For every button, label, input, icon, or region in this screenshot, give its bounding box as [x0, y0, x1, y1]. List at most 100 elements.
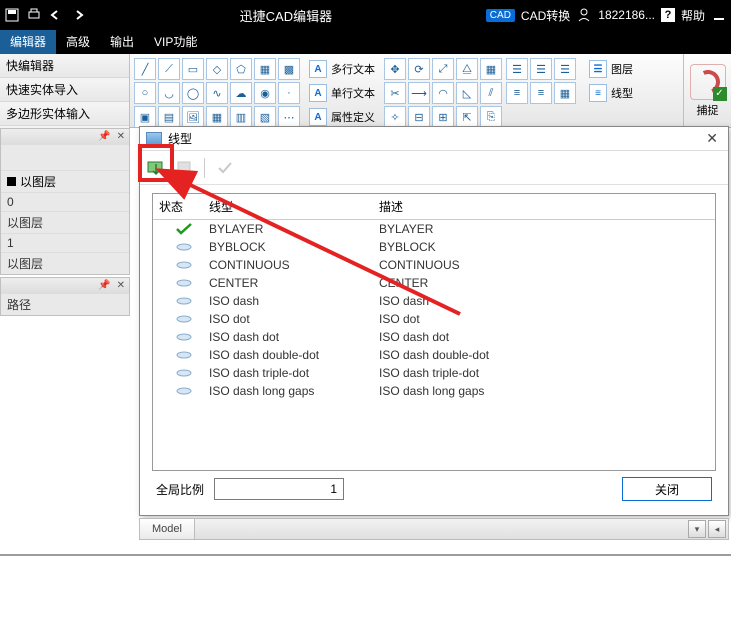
mirror-icon[interactable]: ⧋: [456, 58, 478, 80]
insert-icon[interactable]: ▤: [158, 106, 180, 127]
cad-convert-link[interactable]: CAD转换: [521, 7, 570, 24]
bottom-tab-bar: Model ▾ ◂: [139, 518, 729, 540]
multiline-text-button[interactable]: A多行文本: [304, 58, 380, 80]
save-icon[interactable]: [4, 7, 20, 23]
print-icon[interactable]: [26, 7, 42, 23]
ribbon-left-item[interactable]: 快编辑器: [0, 54, 129, 78]
current-check-icon: [159, 222, 209, 236]
linetype-name: BYBLOCK: [209, 240, 379, 254]
circle-icon[interactable]: ○: [134, 82, 156, 104]
linetype-row[interactable]: CENTERCENTER: [153, 274, 715, 292]
layer-row-1[interactable]: 1: [1, 233, 129, 252]
menu-vip[interactable]: VIP功能: [144, 30, 207, 54]
scale-input[interactable]: [214, 478, 344, 500]
lineweight-icon[interactable]: ≡: [530, 82, 552, 104]
copy-icon[interactable]: ⎘: [480, 106, 502, 127]
linetype-icon[interactable]: ≡: [506, 82, 528, 104]
close-button[interactable]: 关闭: [622, 477, 712, 501]
linetype-row[interactable]: ISO dash long gapsISO dash long gaps: [153, 382, 715, 400]
break-icon[interactable]: ⊟: [408, 106, 430, 127]
xref-icon[interactable]: ▦: [206, 106, 228, 127]
pin-icon[interactable]: 📌: [98, 280, 110, 291]
hatch-icon[interactable]: ▦: [254, 58, 276, 80]
table-icon[interactable]: ▥: [230, 106, 252, 127]
user-label[interactable]: 1822186...: [598, 8, 655, 22]
polyline-icon[interactable]: ⟋: [158, 58, 180, 80]
menu-output[interactable]: 输出: [100, 30, 144, 54]
donut-icon[interactable]: ◉: [254, 82, 276, 104]
single-text-button[interactable]: A单行文本: [304, 82, 380, 104]
rotate-icon[interactable]: ⟳: [408, 58, 430, 80]
panel-close-icon[interactable]: ✕: [117, 280, 125, 291]
scroll-down-icon[interactable]: ▾: [688, 520, 706, 538]
linetype-row[interactable]: ISO dotISO dot: [153, 310, 715, 328]
menu-advanced[interactable]: 高级: [56, 30, 100, 54]
text-icon: A: [309, 84, 327, 102]
ellipse-icon[interactable]: ◯: [182, 82, 204, 104]
linetype-row[interactable]: ISO dashISO dash: [153, 292, 715, 310]
panel-close-icon[interactable]: ✕: [117, 131, 125, 142]
linetype-row[interactable]: ISO dash dotISO dash dot: [153, 328, 715, 346]
line-icon[interactable]: ╱: [134, 58, 156, 80]
minimize-icon[interactable]: [711, 7, 727, 23]
model-tab[interactable]: Model: [140, 519, 195, 539]
layer-icon[interactable]: ☰: [506, 58, 528, 80]
layer-row[interactable]: 以图层: [1, 211, 129, 233]
attr-def-button[interactable]: A属性定义: [304, 106, 380, 127]
layer3-icon[interactable]: ☰: [554, 58, 576, 80]
linetype-swatch-icon: [159, 330, 209, 344]
user-icon[interactable]: [576, 7, 592, 23]
path-row[interactable]: 路径: [1, 293, 129, 315]
linetype-desc: CONTINUOUS: [379, 258, 709, 272]
capture-icon[interactable]: ✓: [690, 64, 726, 100]
polygon-icon[interactable]: ⬠: [230, 58, 252, 80]
layer-row[interactable]: 以图层: [1, 252, 129, 274]
ribbon-left-item[interactable]: 多边形实体输入: [0, 102, 129, 126]
explode-icon[interactable]: ✧: [384, 106, 406, 127]
offset-icon[interactable]: ⫽: [480, 82, 502, 104]
point-icon[interactable]: ·: [278, 82, 300, 104]
spline-icon[interactable]: ∿: [206, 82, 228, 104]
more-icon[interactable]: ⋯: [278, 106, 300, 127]
arc-icon[interactable]: ◡: [158, 82, 180, 104]
linetype-row[interactable]: BYLAYERBYLAYER: [153, 220, 715, 238]
scroll-left-icon[interactable]: ◂: [708, 520, 726, 538]
wipeout-icon[interactable]: ▧: [254, 106, 276, 127]
join-icon[interactable]: ⊞: [432, 106, 454, 127]
dialog-title: 线型: [168, 130, 702, 147]
color-icon[interactable]: ▦: [554, 82, 576, 104]
help-icon[interactable]: ?: [661, 8, 675, 22]
linetype-list[interactable]: 状态 线型 描述 BYLAYERBYLAYERBYBLOCKBYBLOCKCON…: [152, 193, 716, 471]
undo-icon[interactable]: [48, 7, 64, 23]
trim-icon[interactable]: ✂: [384, 82, 406, 104]
array-icon[interactable]: ▦: [480, 58, 502, 80]
load-linetype-button[interactable]: [144, 156, 168, 180]
extend-icon[interactable]: ⟶: [408, 82, 430, 104]
region-icon[interactable]: ▩: [278, 58, 300, 80]
layer2-icon[interactable]: ☰: [530, 58, 552, 80]
chamfer-icon[interactable]: ◺: [456, 82, 478, 104]
block-icon[interactable]: ▣: [134, 106, 156, 127]
layer-row[interactable]: 以图层: [1, 170, 129, 192]
help-label[interactable]: 帮助: [681, 7, 705, 24]
stretch-icon[interactable]: ⇱: [456, 106, 478, 127]
linetype-button[interactable]: ≡线型: [584, 82, 638, 104]
menu-editor[interactable]: 编辑器: [0, 30, 56, 54]
linetype-row[interactable]: ISO dash triple-dotISO dash triple-dot: [153, 364, 715, 382]
rect-icon[interactable]: ▭: [182, 58, 204, 80]
redo-icon[interactable]: [70, 7, 86, 23]
ribbon-left-item[interactable]: 快速实体导入: [0, 78, 129, 102]
linetype-row[interactable]: BYBLOCKBYBLOCK: [153, 238, 715, 256]
scale-icon[interactable]: ⤢: [432, 58, 454, 80]
dialog-close-icon[interactable]: ✕: [702, 130, 722, 147]
linetype-row[interactable]: CONTINUOUSCONTINUOUS: [153, 256, 715, 274]
layer-row-0[interactable]: 0: [1, 192, 129, 211]
pin-icon[interactable]: 📌: [98, 131, 110, 142]
layer-button[interactable]: ☰图层: [584, 58, 638, 80]
fillet-icon[interactable]: ◠: [432, 82, 454, 104]
rect2-icon[interactable]: ◇: [206, 58, 228, 80]
image-icon[interactable]: 🖼: [182, 106, 204, 127]
linetype-row[interactable]: ISO dash double-dotISO dash double-dot: [153, 346, 715, 364]
move-icon[interactable]: ✥: [384, 58, 406, 80]
cloud-icon[interactable]: ☁: [230, 82, 252, 104]
